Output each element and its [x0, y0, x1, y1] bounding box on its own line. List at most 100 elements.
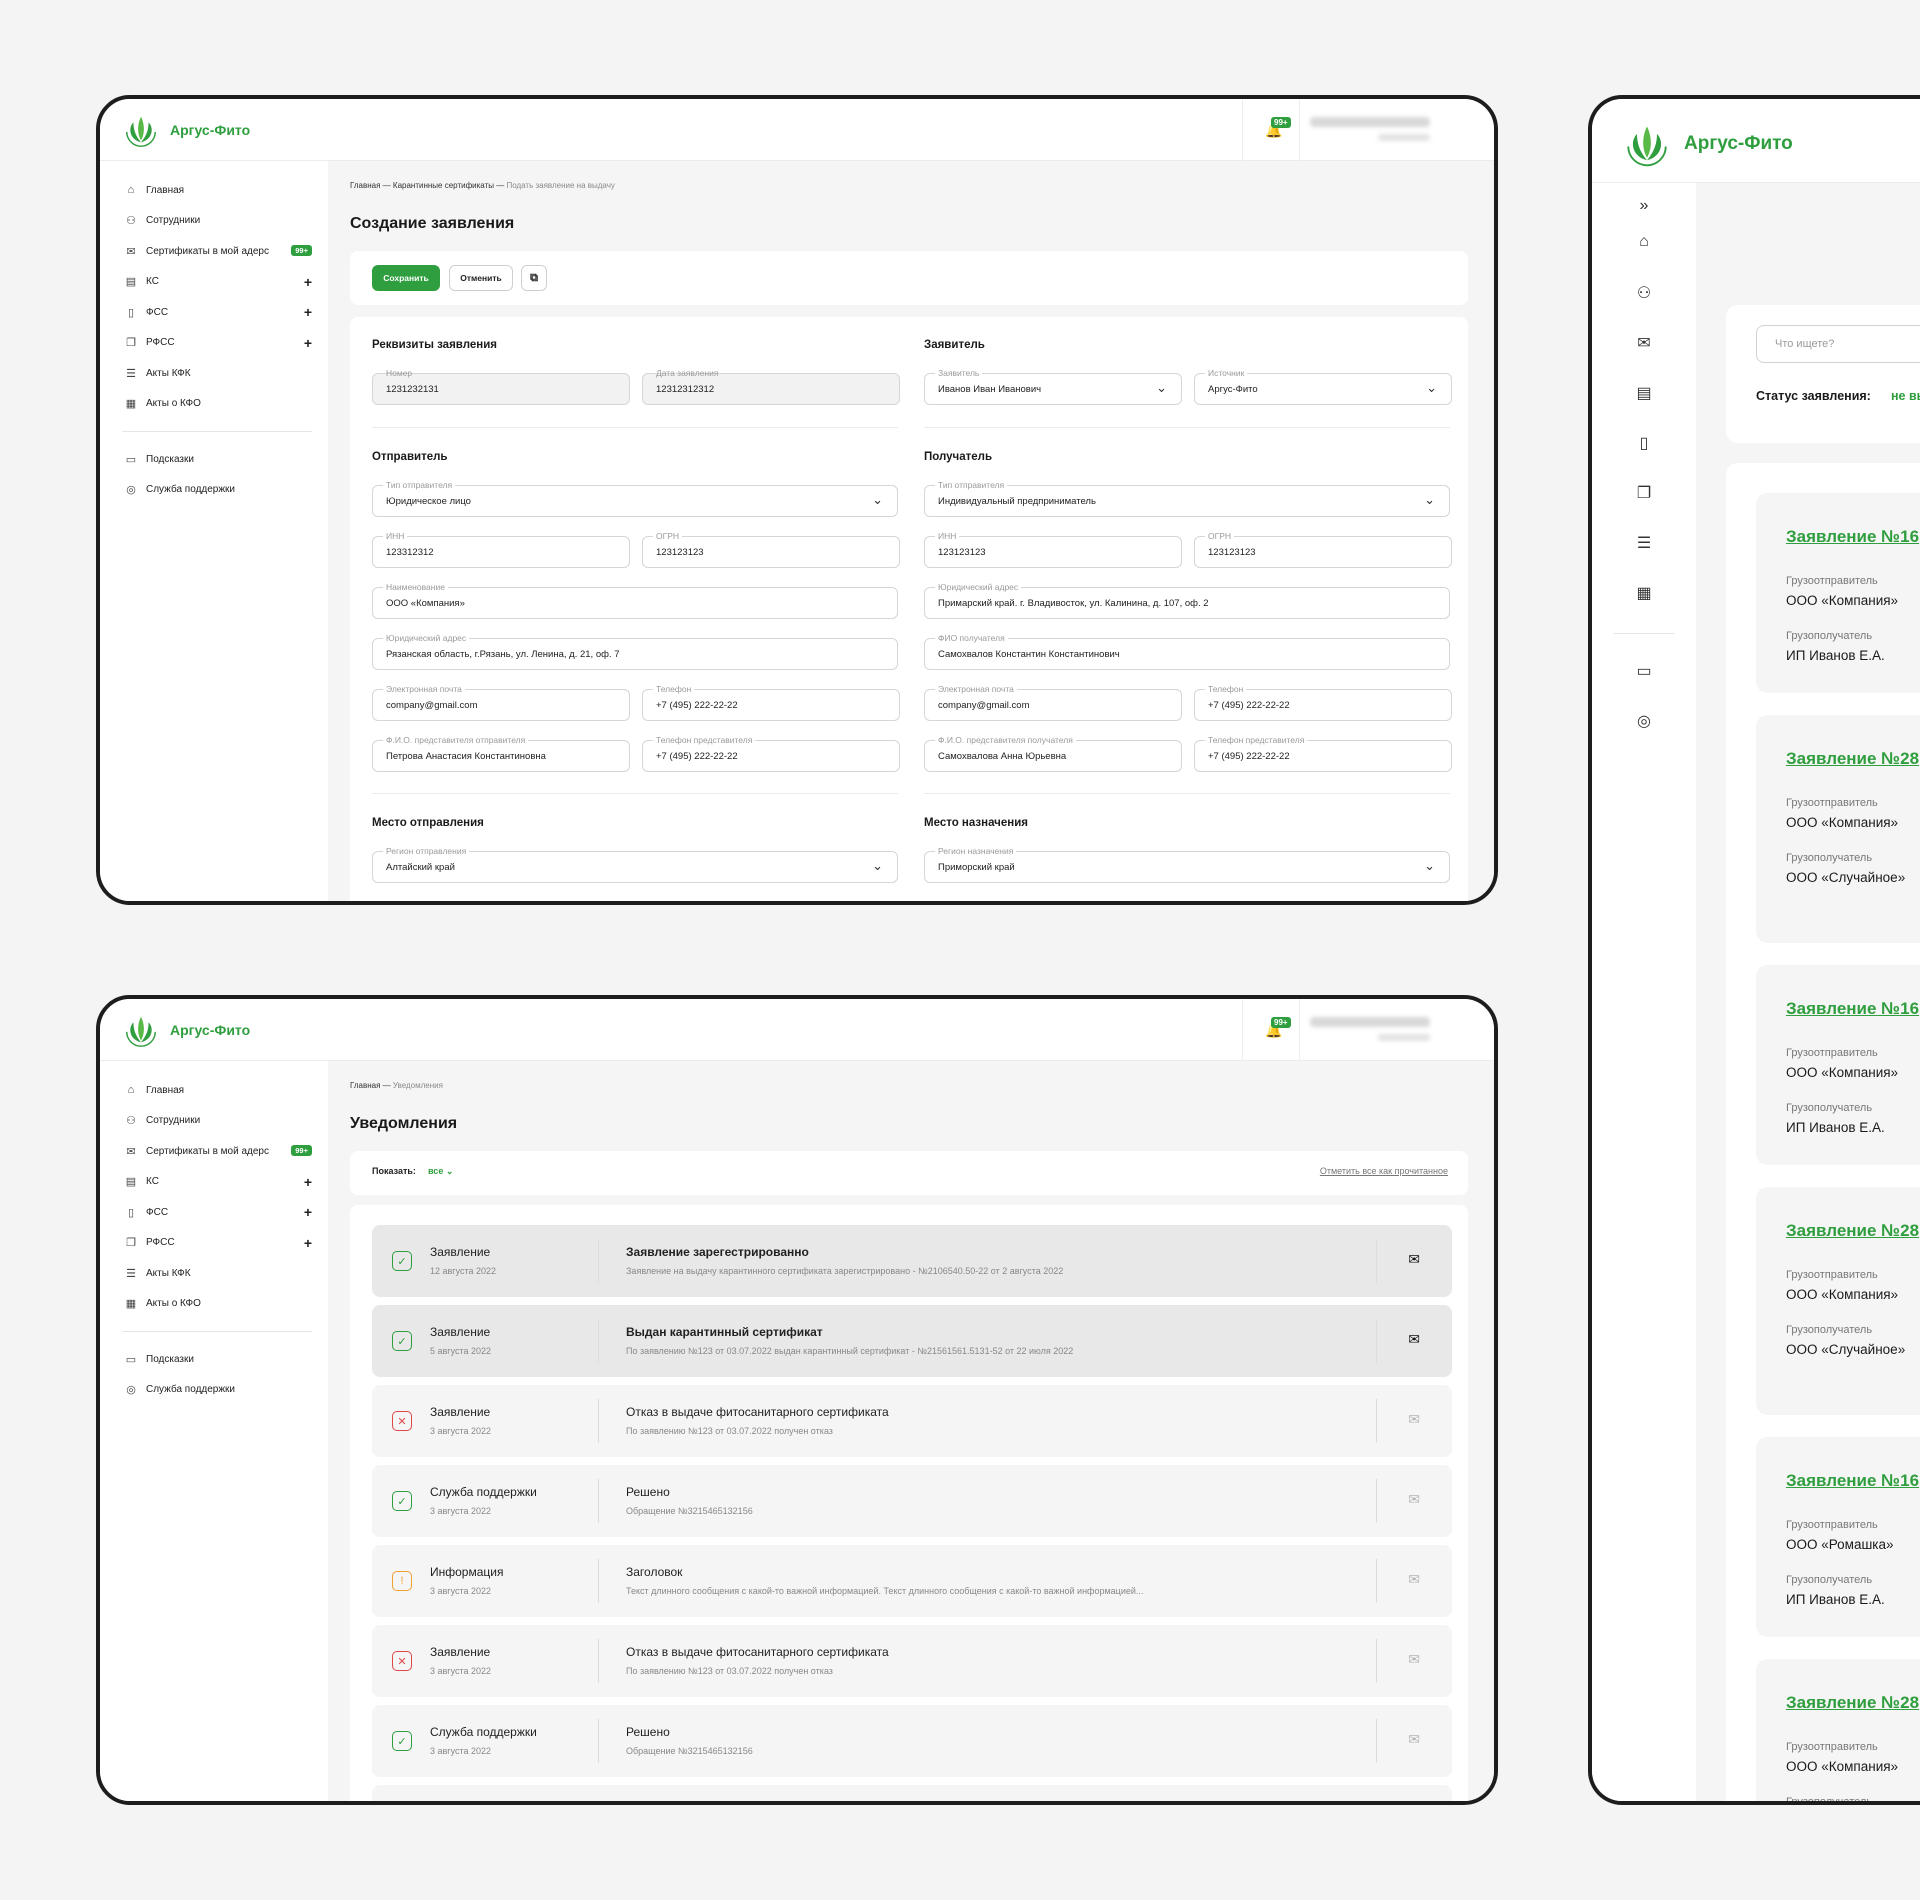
application-title-link[interactable]: Заявление №28 [1786, 1221, 1919, 1241]
plus-icon[interactable]: + [304, 274, 312, 290]
chevron-down-icon[interactable]: ⌄ [1424, 858, 1435, 874]
account-menu[interactable] [1310, 1017, 1460, 1041]
application-title-link[interactable]: Заявление №28 [1786, 749, 1919, 769]
notification-item[interactable] [372, 1785, 1452, 1801]
recipient-email-field[interactable]: Электронная почта company@gmail.com [924, 684, 1182, 721]
copy-button[interactable]: ⧉ [521, 265, 547, 291]
sidebar-item[interactable]: ⚇ Сотрудники [100, 1106, 328, 1137]
envelope-closed-icon[interactable]: ✉ [1408, 1331, 1420, 1348]
chevron-down-icon[interactable]: ⌄ [1424, 492, 1435, 508]
report-icon[interactable]: ▦ [1592, 583, 1696, 603]
save-button[interactable]: Сохранить [372, 265, 440, 291]
recipient-type-field[interactable]: Тип отправителя Индивидуальный предприним… [924, 480, 1450, 517]
application-title-link[interactable]: Заявление №16 [1786, 527, 1919, 547]
breadcrumb-item[interactable]: Главная [350, 1081, 380, 1090]
sidebar-item[interactable]: ▦ Акты о КФО [100, 389, 328, 420]
sender-address-field[interactable]: Юридический адрес Рязанская область, г.Ря… [372, 633, 898, 670]
sidebar-item[interactable]: ▯ ФСС + [100, 297, 328, 328]
chevron-down-icon[interactable]: ⌄ [1156, 380, 1167, 396]
application-title-link[interactable]: Заявление №28 [1786, 1693, 1919, 1713]
users-icon[interactable]: ⚇ [1592, 283, 1696, 303]
plus-icon[interactable]: + [304, 1204, 312, 1220]
sender-email-field[interactable]: Электронная почта company@gmail.com [372, 684, 630, 721]
date-field[interactable]: Дата заявления 12312312312 [642, 368, 900, 405]
notification-item[interactable]: ✕ Заявление 3 августа 2022 Отказ в выдаче ф… [372, 1625, 1452, 1697]
notification-item[interactable]: ✓ Заявление 5 августа 2022 Выдан карантинны… [372, 1305, 1452, 1377]
notification-item[interactable]: ✕ Заявление 3 августа 2022 Отказ в выдаче ф… [372, 1385, 1452, 1457]
sidebar-item[interactable]: ◎ Служба поддержки [100, 475, 328, 506]
home-icon[interactable]: ⌂ [1592, 233, 1696, 251]
plus-icon[interactable]: + [304, 304, 312, 320]
cancel-button[interactable]: Отменить [449, 265, 513, 291]
logo[interactable]: Аргус-Фито [122, 1011, 250, 1049]
sidebar-item[interactable]: ⚇ Сотрудники [100, 206, 328, 237]
applicant-field[interactable]: Заявитель Иванов Иван Иванович ⌄ [924, 368, 1182, 405]
logo[interactable]: Аргус-Фито [122, 111, 250, 149]
logo[interactable]: Аргус-Фито [1622, 119, 1793, 169]
sidebar-item[interactable]: ▯ ФСС + [100, 1197, 328, 1228]
recipient-address-field[interactable]: Юридический адрес Примарский край. г. Вла… [924, 582, 1450, 619]
notification-item[interactable]: ✓ Служба поддержки 3 августа 2022 Решено Обр… [372, 1705, 1452, 1777]
sidebar-item[interactable]: ▭ Подсказки [100, 1344, 328, 1375]
breadcrumb-item[interactable]: Карантинные сертификаты [393, 181, 494, 190]
application-card[interactable]: Заявление №28 Грузоотправитель ООО «Компан… [1756, 1659, 1920, 1801]
expand-sidebar-icon[interactable]: » [1592, 197, 1696, 215]
sender-inn-field[interactable]: ИНН 123312312 [372, 531, 630, 568]
envelope-open-icon[interactable]: ✉ [1408, 1571, 1420, 1588]
application-card[interactable]: Заявление №16 Грузоотправитель ООО «Компан… [1756, 965, 1920, 1165]
search-input[interactable]: Что ищете? [1756, 325, 1920, 363]
envelope-open-icon[interactable]: ✉ [1408, 1411, 1420, 1428]
chat-icon[interactable]: ▭ [1592, 661, 1696, 681]
application-card[interactable]: Заявление №28 Грузоотправитель ООО «Компан… [1756, 1187, 1920, 1415]
destination-region-field[interactable]: Регион назначения Приморский край ⌄ [924, 846, 1450, 883]
chevron-down-icon[interactable]: ⌄ [872, 492, 883, 508]
chevron-down-icon[interactable]: ⌄ [1426, 380, 1437, 396]
mark-all-read-link[interactable]: Отметить все как прочитанное [1320, 1166, 1448, 1176]
sidebar-item[interactable]: ❐ РФСС + [100, 328, 328, 359]
application-card[interactable]: Заявление №16 Грузоотправитель ООО «Компан… [1756, 493, 1920, 693]
source-field[interactable]: Источник Аргус-Фито ⌄ [1194, 368, 1452, 405]
application-card[interactable]: Заявление №28 Грузоотправитель ООО «Компан… [1756, 715, 1920, 943]
recipient-rep-phone-field[interactable]: Телефон представителя +7 (495) 222-22-22 [1194, 735, 1452, 772]
sidebar-item[interactable]: ✉ Сертификаты в мой адерс 99+ [100, 236, 328, 267]
envelope-open-icon[interactable]: ✉ [1408, 1491, 1420, 1508]
sidebar-item[interactable]: ▭ Подсказки [100, 444, 328, 475]
application-title-link[interactable]: Заявление №16 [1786, 1471, 1919, 1491]
sender-rep-phone-field[interactable]: Телефон представителя +7 (495) 222-22-22 [642, 735, 900, 772]
envelope-closed-icon[interactable]: ✉ [1408, 1251, 1420, 1268]
recipient-inn-field[interactable]: ИНН 123123123 [924, 531, 1182, 568]
sidebar-item[interactable]: ▦ Акты о КФО [100, 1289, 328, 1320]
recipient-ogrn-field[interactable]: ОГРН 123123123 [1194, 531, 1452, 568]
account-menu[interactable] [1310, 117, 1460, 141]
file-icon[interactable]: ▯ [1592, 433, 1696, 453]
sidebar-item[interactable]: ▤ КС + [100, 267, 328, 298]
sidebar-item[interactable]: ◎ Служба поддержки [100, 1375, 328, 1406]
application-title-link[interactable]: Заявление №16 [1786, 999, 1919, 1019]
document-icon[interactable]: ▤ [1592, 383, 1696, 403]
sidebar-item[interactable]: ❐ РФСС + [100, 1228, 328, 1259]
departure-region-field[interactable]: Регион отправления Алтайский край ⌄ [372, 846, 898, 883]
status-filter[interactable]: не вы [1891, 389, 1920, 403]
plus-icon[interactable]: + [304, 1174, 312, 1190]
mail-icon[interactable]: ✉ [1592, 333, 1696, 353]
sidebar-item[interactable]: ☰ Акты КФК [100, 358, 328, 389]
filter-dropdown[interactable]: все ⌄ [428, 1166, 453, 1177]
breadcrumb-item[interactable]: Главная [350, 181, 380, 190]
sender-phone-field[interactable]: Телефон +7 (495) 222-22-22 [642, 684, 900, 721]
sender-type-field[interactable]: Тип отправителя Юридическое лицо ⌄ [372, 480, 898, 517]
list-icon[interactable]: ☰ [1592, 533, 1696, 553]
notification-item[interactable]: ✓ Служба поддержки 3 августа 2022 Решено Обр… [372, 1465, 1452, 1537]
number-field[interactable]: Номер 1231232131 [372, 368, 630, 405]
recipient-rep-field[interactable]: Ф.И.О. представителя получателя Самохвало… [924, 735, 1182, 772]
envelope-open-icon[interactable]: ✉ [1408, 1731, 1420, 1748]
plus-icon[interactable]: + [304, 1235, 312, 1251]
notification-item[interactable]: ! Информация 3 августа 2022 Заголовок Текст … [372, 1545, 1452, 1617]
sender-rep-field[interactable]: Ф.И.О. представителя отправителя Петрова … [372, 735, 630, 772]
application-card[interactable]: Заявление №16 Грузоотправитель ООО «Ромашк… [1756, 1437, 1920, 1637]
envelope-open-icon[interactable]: ✉ [1408, 1651, 1420, 1668]
recipient-fio-field[interactable]: ФИО получателя Самохвалов Константин Конс… [924, 633, 1450, 670]
chevron-down-icon[interactable]: ⌄ [872, 858, 883, 874]
sidebar-item[interactable]: ⌂ Главная [100, 175, 328, 206]
recipient-phone-field[interactable]: Телефон +7 (495) 222-22-22 [1194, 684, 1452, 721]
sender-name-field[interactable]: Наименование ООО «Компания» [372, 582, 898, 619]
